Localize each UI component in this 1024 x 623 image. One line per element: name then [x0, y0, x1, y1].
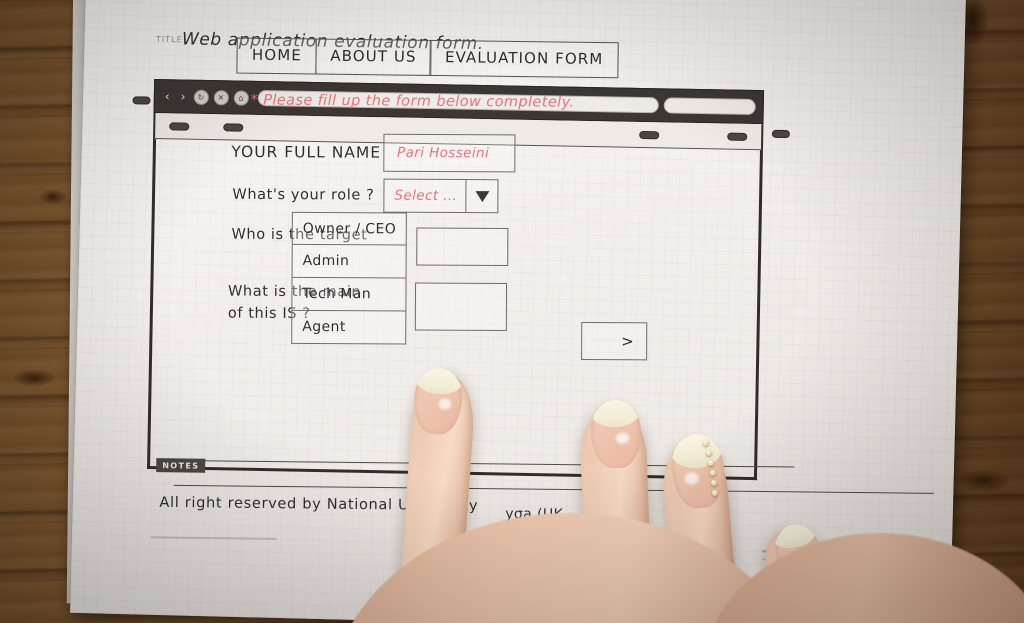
full-name-field-row: YOUR FULL NAME Pari Hosseini — [231, 133, 516, 173]
paper-sheet: TITLE Web application evaluation form. ‹… — [70, 0, 966, 623]
nav-tab-home[interactable]: HOME — [236, 37, 318, 75]
notes-tag: NOTES — [156, 458, 206, 473]
divider-bottom — [173, 484, 934, 494]
bookmark-item[interactable] — [639, 130, 660, 139]
footer-underline-mark — [150, 536, 277, 540]
full-name-label: YOUR FULL NAME — [231, 142, 382, 162]
photo-scene: TITLE Web application evaluation form. ‹… — [0, 0, 1024, 623]
wood-knot — [960, 470, 1008, 492]
nav-tab-evaluation-form[interactable]: EVALUATION FORM — [429, 39, 619, 79]
search-bar[interactable] — [663, 97, 756, 116]
role-field-row: What's your role ? Select ... — [232, 178, 499, 214]
role-label: What's your role ? — [232, 186, 375, 204]
bookmark-item[interactable] — [727, 132, 748, 141]
bookmark-item[interactable] — [223, 122, 244, 132]
wood-knot — [14, 370, 54, 386]
nav-tab-about-us[interactable]: ABOUT US — [315, 38, 432, 76]
full-name-value: Pari Hosseini — [397, 144, 490, 162]
dropdown-option-agent[interactable]: Agent — [291, 310, 407, 345]
dropdown-option-admin[interactable]: Admin — [291, 244, 407, 279]
site-navigation: HOME ABOUT US EVALUATION FORM — [236, 37, 619, 79]
edge-marker-left — [132, 96, 151, 105]
main-purpose-input[interactable] — [414, 282, 508, 331]
close-icon[interactable]: ✕ — [213, 89, 229, 105]
edge-marker-right — [771, 129, 790, 139]
dropdown-option-owner-ceo[interactable]: Owner / CEO — [291, 211, 407, 246]
role-select[interactable]: Select ... — [383, 178, 499, 214]
footer-copyright: All right reserved by National Universit… — [159, 494, 479, 515]
bookmark-item[interactable] — [169, 121, 190, 131]
fineprint-block — [762, 550, 883, 567]
back-icon[interactable]: ‹ — [162, 89, 173, 103]
chevron-down-icon[interactable] — [465, 179, 499, 214]
forward-icon[interactable]: › — [178, 90, 189, 104]
role-dropdown-list: Owner / CEO Admin Tech Man Agent — [291, 211, 407, 345]
dropdown-option-tech-man[interactable]: Tech Man — [291, 277, 407, 312]
title-prefix-mark: TITLE — [155, 34, 183, 45]
target-input[interactable] — [416, 227, 509, 266]
reload-icon[interactable]: ↻ — [193, 89, 209, 105]
footer-copyright-trailing: yσa (UK — [505, 506, 564, 523]
form-notice: * Please fill up the form below complete… — [250, 92, 575, 111]
role-select-value: Select ... — [383, 178, 466, 214]
next-button[interactable]: > — [581, 322, 648, 361]
wood-knot — [40, 190, 66, 204]
full-name-input[interactable]: Pari Hosseini — [382, 133, 516, 173]
home-icon[interactable]: ⌂ — [233, 89, 249, 106]
